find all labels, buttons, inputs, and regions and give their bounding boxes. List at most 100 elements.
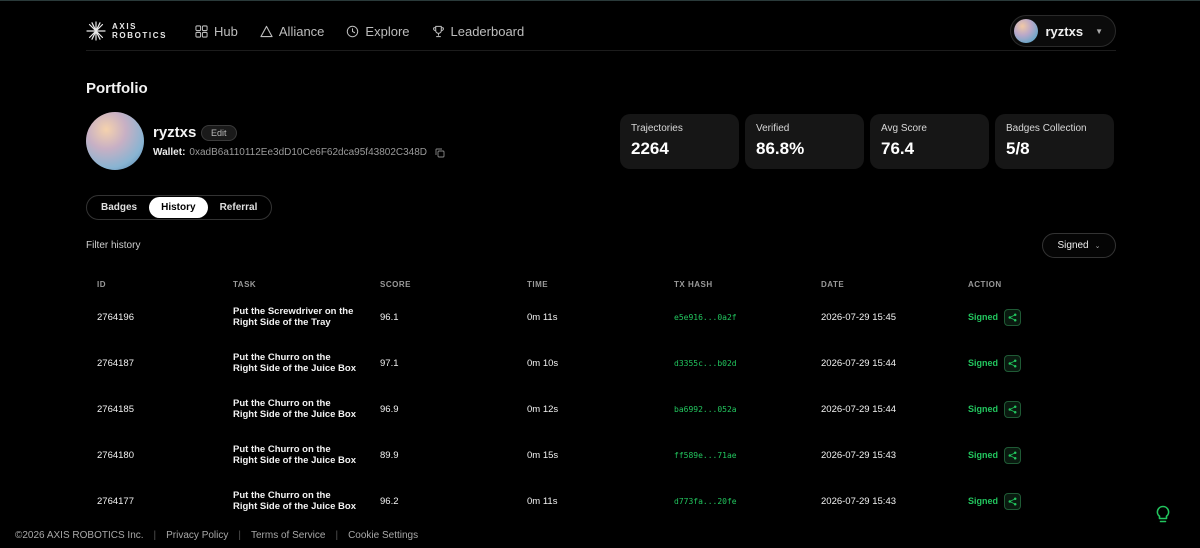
copy-icon[interactable] (435, 148, 445, 158)
star-logo-icon (86, 21, 106, 41)
cell-task: Put the Churro on the Right Side of the J… (233, 490, 380, 512)
filter-label: Filter history (86, 240, 141, 251)
footer-separator: | (335, 530, 339, 541)
cell-date: 2026-07-29 15:44 (821, 403, 897, 415)
share-button[interactable] (1004, 354, 1022, 372)
cell-task: Put the Churro on the Right Side of the J… (233, 352, 380, 374)
brand-line-2: ROBOTICS (112, 31, 168, 40)
top-border (0, 0, 1200, 1)
nav-item-leaderboard[interactable]: Leaderboard (432, 23, 525, 39)
share-button[interactable] (1004, 400, 1022, 418)
share-icon (1008, 451, 1017, 459)
stats-row: Trajectories 2264 Verified 86.8% Avg Sco… (620, 114, 1114, 169)
cell-action: Signed (968, 492, 1116, 510)
edit-profile-button[interactable]: Edit (201, 125, 237, 141)
cell-id: 2764180 (97, 449, 134, 461)
lightbulb-icon[interactable] (1154, 505, 1172, 525)
cell-tx-hash-link[interactable]: d3355c...b02d (674, 359, 821, 368)
privacy-policy-link[interactable]: Privacy Policy (166, 530, 228, 541)
cell-tx-hash-link[interactable]: ba6992...052a (674, 405, 821, 414)
brand-logo[interactable]: AXIS ROBOTICS (86, 21, 167, 41)
table-row: 2764177 Put the Churro on the Right Side … (86, 478, 1116, 524)
cell-tx-hash-link[interactable]: e5e916...0a2f (674, 313, 821, 322)
cell-id: 2764177 (97, 495, 134, 507)
share-icon (1008, 359, 1017, 367)
footer-copyright: ©2026 AXIS ROBOTICS Inc. (15, 530, 144, 541)
nav-item-alliance[interactable]: Alliance (260, 23, 325, 39)
stat-label: Avg Score (881, 123, 927, 134)
status-badge: Signed (968, 404, 999, 414)
stat-label: Badges Collection (1006, 123, 1087, 134)
stat-card-badges-collection: Badges Collection 5/8 (995, 114, 1114, 169)
footer-separator: | (153, 530, 157, 541)
cell-action: Signed (968, 446, 1116, 464)
share-button[interactable] (1004, 446, 1022, 464)
footer-separator: | (238, 530, 241, 541)
nav-item-hub[interactable]: Hub (195, 24, 238, 39)
cell-tx-hash-link[interactable]: d773fa...20fe (674, 497, 821, 506)
table-row: 2764187 Put the Churro on the Right Side … (86, 340, 1116, 386)
top-header: AXIS ROBOTICS Hub Alliance Explore Leade… (86, 12, 1116, 50)
task-line-2: Right Side of the Juice Box (233, 363, 356, 374)
cell-action: Signed (968, 400, 1116, 418)
cell-time: 0m 12s (527, 403, 559, 415)
nav-label-hub: Hub (214, 23, 238, 39)
header-tx-hash: TX HASH (674, 279, 713, 289)
cell-date: 2026-07-29 15:43 (821, 449, 897, 461)
terms-of-service-link[interactable]: Terms of Service (251, 530, 325, 541)
filter-select[interactable]: Signed ⌄ (1042, 233, 1116, 258)
cell-tx-hash-link[interactable]: ff589e...71ae (674, 451, 821, 460)
cell-id: 2764187 (97, 357, 134, 369)
header-action: ACTION (968, 279, 1002, 289)
cell-score: 96.1 (380, 311, 399, 323)
cell-task: Put the Screwdriver on the Right Side of … (233, 306, 380, 328)
status-badge: Signed (968, 450, 999, 460)
cell-time: 0m 11s (527, 311, 558, 323)
brand-line-1: AXIS (112, 22, 138, 31)
stat-card-trajectories: Trajectories 2264 (620, 114, 739, 169)
trophy-icon (432, 25, 444, 37)
table-row: 2764196 Put the Screwdriver on the Right … (86, 294, 1116, 340)
tab-referral[interactable]: Referral (208, 197, 270, 218)
cell-score: 96.9 (380, 403, 399, 415)
user-menu-button[interactable]: ryztxs ▼ (1009, 15, 1116, 47)
share-button[interactable] (1004, 308, 1022, 326)
share-button[interactable] (1004, 492, 1022, 510)
header-date: DATE (821, 279, 845, 289)
task-line-1: Put the Screwdriver on the (233, 306, 354, 317)
stat-value: 2264 (631, 139, 669, 158)
task-line-1: Put the Churro on the (233, 352, 331, 363)
cell-score: 96.2 (380, 495, 399, 507)
chevron-down-icon: ⌄ (1094, 242, 1101, 250)
cell-time: 0m 10s (527, 357, 559, 369)
caret-down-icon: ▼ (1095, 26, 1103, 36)
table-row: 2764185 Put the Churro on the Right Side … (86, 386, 1116, 432)
wallet-info: Wallet: 0xadB6a110112Ee3dD10Ce6F62dca95f… (153, 147, 445, 158)
cell-date: 2026-07-29 15:44 (821, 357, 897, 369)
nav-label-leaderboard: Leaderboard (450, 23, 525, 39)
triangle-icon (260, 25, 273, 37)
cell-date: 2026-07-29 15:45 (821, 311, 897, 323)
cell-id: 2764185 (97, 403, 134, 415)
cookie-settings-link[interactable]: Cookie Settings (348, 530, 418, 541)
main-nav: Hub Alliance Explore Leaderboard (195, 24, 524, 39)
tab-history[interactable]: History (149, 197, 208, 218)
stat-card-verified: Verified 86.8% (745, 114, 864, 169)
share-icon (1008, 497, 1017, 505)
portfolio-tabs: Badges History Referral (86, 195, 273, 220)
stat-label: Trajectories (631, 123, 683, 134)
cell-score: 97.1 (380, 357, 399, 369)
stat-label: Verified (756, 123, 790, 134)
filter-selected-value: Signed (1057, 240, 1089, 251)
task-line-2: Right Side of the Juice Box (233, 409, 356, 420)
nav-item-explore[interactable]: Explore (346, 23, 410, 39)
nav-label-alliance: Alliance (278, 23, 325, 39)
table-row: 2764180 Put the Churro on the Right Side … (86, 432, 1116, 478)
tab-badges[interactable]: Badges (89, 197, 149, 218)
wallet-label: Wallet: (153, 147, 186, 158)
cell-task: Put the Churro on the Right Side of the J… (233, 398, 380, 420)
nav-label-explore: Explore (365, 23, 410, 39)
task-line-1: Put the Churro on the (233, 444, 331, 455)
cell-time: 0m 15s (527, 449, 559, 461)
clock-icon (347, 25, 359, 37)
